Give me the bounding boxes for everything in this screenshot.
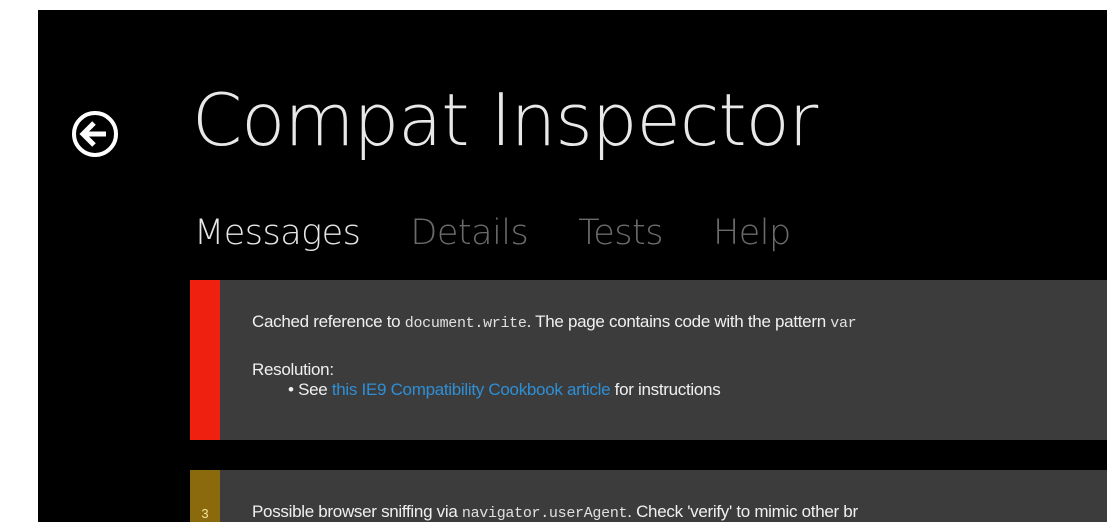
back-button[interactable] (69, 108, 121, 160)
tab-help[interactable]: Help (713, 212, 791, 254)
tab-tests[interactable]: Tests (578, 212, 663, 254)
message-text: Possible browser sniffing via navigator.… (252, 502, 858, 522)
tab-messages[interactable]: Messages (194, 212, 361, 254)
resolution-item: • See this IE9 Compatibility Cookbook ar… (288, 380, 721, 400)
tab-bar: Messages Details Tests Help (194, 212, 841, 254)
severity-bar (190, 280, 220, 440)
message-card: Cached reference to document.write. The … (190, 280, 1107, 440)
page-title: Compat Inspector (192, 78, 818, 162)
severity-number: 3 (201, 506, 209, 521)
cookbook-article-link[interactable]: this IE9 Compatibility Cookbook article (332, 380, 611, 399)
code-snippet: document.write (404, 315, 527, 332)
code-snippet: var (830, 315, 857, 332)
resolution-block: Resolution: • See this IE9 Compatibility… (252, 360, 721, 401)
resolution-label: Resolution: (252, 360, 334, 379)
tab-details[interactable]: Details (410, 212, 528, 254)
message-text: Cached reference to document.write. The … (252, 312, 857, 332)
back-arrow-circle-icon (72, 111, 118, 157)
code-snippet: navigator.userAgent (461, 505, 628, 522)
app-window: Compat Inspector Messages Details Tests … (38, 10, 1107, 522)
message-card: 3 Possible browser sniffing via navigato… (190, 470, 1107, 522)
